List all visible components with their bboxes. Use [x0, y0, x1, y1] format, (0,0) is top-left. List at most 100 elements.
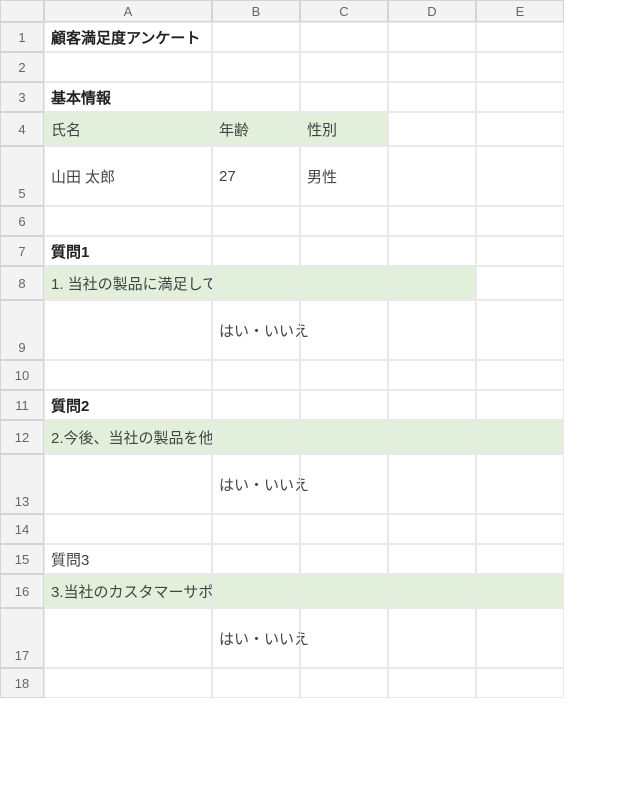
cell-D10[interactable] [388, 360, 476, 390]
cell-E3[interactable] [476, 82, 564, 112]
cell-B18[interactable] [212, 668, 300, 698]
cell-E6[interactable] [476, 206, 564, 236]
cell-C4[interactable]: 性別 [300, 112, 388, 146]
cell-E11[interactable] [476, 390, 564, 420]
row-header-8[interactable]: 8 [0, 266, 44, 300]
cell-D15[interactable] [388, 544, 476, 574]
cell-B8[interactable] [212, 266, 300, 300]
cell-C17[interactable] [300, 608, 388, 668]
cell-A11[interactable]: 質問2 [44, 390, 212, 420]
row-header-9[interactable]: 9 [0, 300, 44, 360]
select-all-corner[interactable] [0, 0, 44, 22]
row-header-16[interactable]: 16 [0, 574, 44, 608]
cell-E4[interactable] [476, 112, 564, 146]
cell-B17[interactable]: はい・いいえ [212, 608, 300, 668]
cell-C9[interactable] [300, 300, 388, 360]
cell-E16[interactable] [476, 574, 564, 608]
row-header-18[interactable]: 18 [0, 668, 44, 698]
row-header-1[interactable]: 1 [0, 22, 44, 52]
cell-D18[interactable] [388, 668, 476, 698]
row-header-3[interactable]: 3 [0, 82, 44, 112]
row-header-2[interactable]: 2 [0, 52, 44, 82]
cell-C16[interactable] [300, 574, 388, 608]
cell-E10[interactable] [476, 360, 564, 390]
col-header-E[interactable]: E [476, 0, 564, 22]
cell-A18[interactable] [44, 668, 212, 698]
cell-C10[interactable] [300, 360, 388, 390]
cell-B13[interactable]: はい・いいえ [212, 454, 300, 514]
cell-A6[interactable] [44, 206, 212, 236]
cell-E12[interactable] [476, 420, 564, 454]
cell-A14[interactable] [44, 514, 212, 544]
cell-D4[interactable] [388, 112, 476, 146]
cell-D7[interactable] [388, 236, 476, 266]
cell-B16[interactable] [212, 574, 300, 608]
cell-B9[interactable]: はい・いいえ [212, 300, 300, 360]
cell-C15[interactable] [300, 544, 388, 574]
row-header-13[interactable]: 13 [0, 454, 44, 514]
cell-C12[interactable] [300, 420, 388, 454]
cell-E13[interactable] [476, 454, 564, 514]
cell-D8[interactable] [388, 266, 476, 300]
cell-B10[interactable] [212, 360, 300, 390]
row-header-14[interactable]: 14 [0, 514, 44, 544]
cell-C3[interactable] [300, 82, 388, 112]
cell-D11[interactable] [388, 390, 476, 420]
cell-A5[interactable]: 山田 太郎 [44, 146, 212, 206]
cell-D5[interactable] [388, 146, 476, 206]
cell-B15[interactable] [212, 544, 300, 574]
cell-A1[interactable]: 顧客満足度アンケート [44, 22, 212, 52]
cell-D9[interactable] [388, 300, 476, 360]
cell-A4[interactable]: 氏名 [44, 112, 212, 146]
cell-B3[interactable] [212, 82, 300, 112]
cell-A10[interactable] [44, 360, 212, 390]
cell-C2[interactable] [300, 52, 388, 82]
cell-E5[interactable] [476, 146, 564, 206]
cell-B14[interactable] [212, 514, 300, 544]
cell-D3[interactable] [388, 82, 476, 112]
cell-D12[interactable] [388, 420, 476, 454]
row-header-4[interactable]: 4 [0, 112, 44, 146]
cell-A8[interactable]: 1. 当社の製品に満足していますか？ [44, 266, 212, 300]
cell-B11[interactable] [212, 390, 300, 420]
row-header-10[interactable]: 10 [0, 360, 44, 390]
cell-A17[interactable] [44, 608, 212, 668]
cell-A7[interactable]: 質問1 [44, 236, 212, 266]
cell-E1[interactable] [476, 22, 564, 52]
row-header-12[interactable]: 12 [0, 420, 44, 454]
cell-D16[interactable] [388, 574, 476, 608]
cell-C1[interactable] [300, 22, 388, 52]
cell-D13[interactable] [388, 454, 476, 514]
cell-C14[interactable] [300, 514, 388, 544]
cell-C6[interactable] [300, 206, 388, 236]
col-header-D[interactable]: D [388, 0, 476, 22]
cell-B4[interactable]: 年齢 [212, 112, 300, 146]
row-header-17[interactable]: 17 [0, 608, 44, 668]
cell-E8[interactable] [476, 266, 564, 300]
cell-A3[interactable]: 基本情報 [44, 82, 212, 112]
row-header-5[interactable]: 5 [0, 146, 44, 206]
cell-D1[interactable] [388, 22, 476, 52]
cell-E7[interactable] [476, 236, 564, 266]
cell-A13[interactable] [44, 454, 212, 514]
cell-B7[interactable] [212, 236, 300, 266]
cell-C8[interactable] [300, 266, 388, 300]
col-header-A[interactable]: A [44, 0, 212, 22]
cell-D2[interactable] [388, 52, 476, 82]
row-header-11[interactable]: 11 [0, 390, 44, 420]
cell-E17[interactable] [476, 608, 564, 668]
cell-C5[interactable]: 男性 [300, 146, 388, 206]
cell-E14[interactable] [476, 514, 564, 544]
cell-D17[interactable] [388, 608, 476, 668]
cell-C18[interactable] [300, 668, 388, 698]
cell-C7[interactable] [300, 236, 388, 266]
col-header-B[interactable]: B [212, 0, 300, 22]
row-header-15[interactable]: 15 [0, 544, 44, 574]
cell-C13[interactable] [300, 454, 388, 514]
cell-A2[interactable] [44, 52, 212, 82]
cell-A12[interactable]: 2.今後、当社の製品を他の人に勧めますか？ [44, 420, 212, 454]
cell-A15[interactable]: 質問3 [44, 544, 212, 574]
cell-A9[interactable] [44, 300, 212, 360]
cell-A16[interactable]: 3.当社のカスタマーサポートに満足していますか？ [44, 574, 212, 608]
cell-B2[interactable] [212, 52, 300, 82]
